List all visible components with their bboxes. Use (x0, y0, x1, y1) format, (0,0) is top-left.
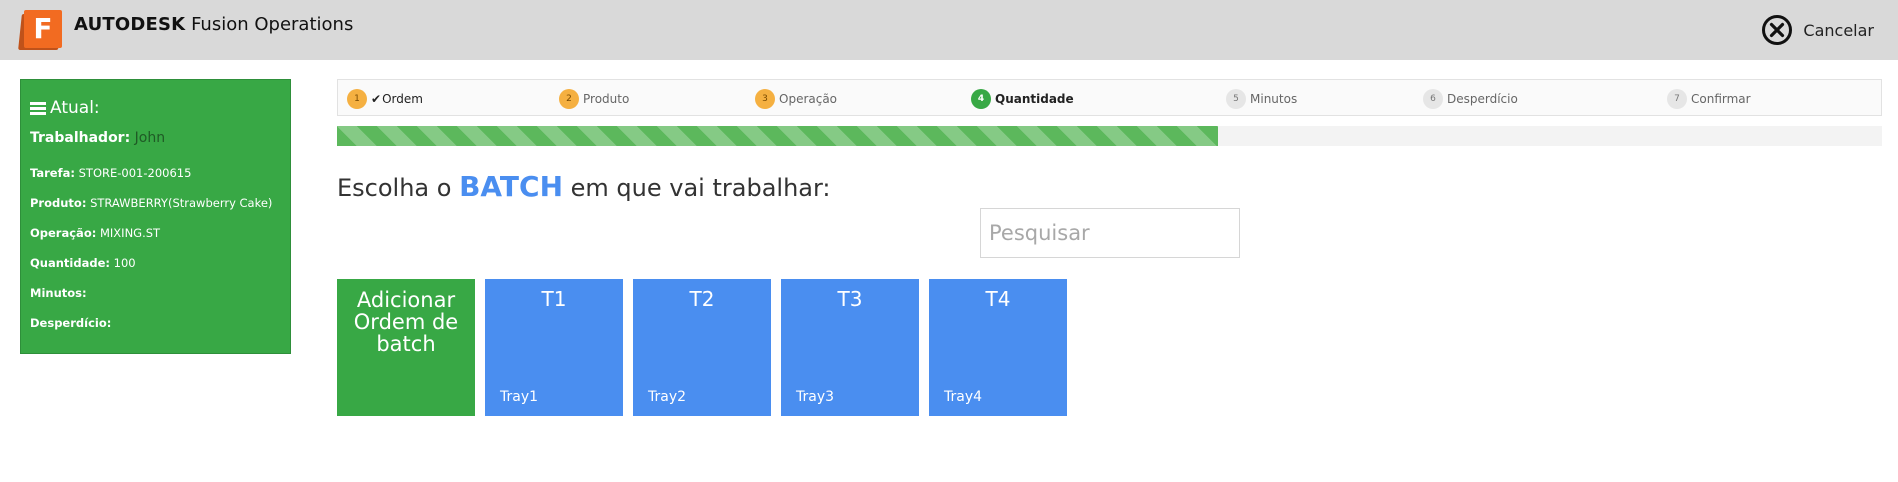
batch-subtitle: Tray3 (796, 389, 835, 405)
step-number: 1 (347, 89, 367, 109)
wizard-stepper: 1 ✔ Ordem 2 Produto 3 Operação 4 Quantid… (337, 79, 1882, 116)
waste-row: Desperdício: (30, 316, 111, 330)
waste-label: Desperdício: (30, 316, 112, 330)
check-icon: ✔ (371, 92, 382, 106)
heading-suffix: em que vai trabalhar: (570, 174, 831, 202)
worker-label: Trabalhador: (30, 130, 131, 146)
quantity-value: 100 (113, 256, 136, 270)
step-label: Operação (779, 92, 838, 106)
app-header: F AUTODESK Fusion Operations Cancelar (0, 0, 1898, 60)
batch-title: T2 (689, 287, 715, 311)
operation-row: Operação: MIXING.ST (30, 226, 160, 240)
batch-title: T3 (837, 287, 863, 311)
step-minutes[interactable]: 5 Minutos (1226, 89, 1297, 109)
brand-autodesk: AUTODESK (74, 14, 186, 35)
quantity-label: Quantidade: (30, 256, 110, 270)
minutes-label: Minutos: (30, 286, 87, 300)
step-label: Minutos (1250, 92, 1298, 106)
batch-tile-t1[interactable]: T1 Tray1 (485, 279, 623, 416)
step-number: 7 (1667, 89, 1687, 109)
panel-title-text: Atual: (50, 98, 100, 118)
cancel-button[interactable]: Cancelar (1761, 14, 1874, 46)
step-operation[interactable]: 3 Operação (755, 89, 837, 109)
search-input[interactable] (980, 208, 1240, 258)
logo-letter: F (24, 10, 62, 48)
step-label: Quantidade (995, 92, 1074, 106)
batch-tile-t4[interactable]: T4 Tray4 (929, 279, 1067, 416)
task-value: STORE-001-200615 (78, 166, 192, 180)
close-circle-icon (1762, 15, 1793, 45)
menu-icon (30, 101, 46, 115)
app-brand: AUTODESK Fusion Operations (74, 14, 353, 35)
step-number: 2 (559, 89, 579, 109)
step-order[interactable]: 1 ✔ Ordem (347, 89, 423, 109)
quantity-row: Quantidade: 100 (30, 256, 136, 270)
add-batch-order-label: Adicionar Ordem de batch (353, 288, 459, 356)
step-number: 6 (1423, 89, 1443, 109)
batch-tile-t3[interactable]: T3 Tray3 (781, 279, 919, 416)
worker-value: John (134, 130, 166, 146)
worker-row: Trabalhador: John (30, 130, 165, 146)
step-label: Desperdício (1447, 92, 1518, 106)
batch-title: T1 (541, 287, 567, 311)
product-row: Produto: STRAWBERRY(Strawberry Cake) (30, 196, 272, 210)
step-number: 3 (755, 89, 775, 109)
product-value: STRAWBERRY(Strawberry Cake) (90, 196, 273, 210)
current-info-panel: Atual: Trabalhador: John Tarefa: STORE-0… (20, 79, 291, 354)
step-quantity[interactable]: 4 Quantidade (971, 89, 1074, 109)
step-label: Produto (583, 92, 630, 106)
step-confirm[interactable]: 7 Confirmar (1667, 89, 1751, 109)
heading-prefix: Escolha o (337, 174, 452, 202)
add-batch-order-button[interactable]: Adicionar Ordem de batch (337, 279, 475, 416)
batch-subtitle: Tray1 (500, 389, 539, 405)
brand-product: Fusion Operations (191, 14, 354, 35)
step-label: Confirmar (1691, 92, 1751, 106)
step-product[interactable]: 2 Produto (559, 89, 629, 109)
progress-fill (337, 126, 1218, 146)
page-heading: Escolha o BATCH em que vai trabalhar: (337, 170, 831, 203)
task-row: Tarefa: STORE-001-200615 (30, 166, 191, 180)
fusion-logo-icon: F (18, 10, 62, 50)
wizard-progress-bar (337, 126, 1882, 146)
cancel-label: Cancelar (1803, 20, 1874, 40)
panel-title: Atual: (30, 98, 100, 118)
batch-tile-t2[interactable]: T2 Tray2 (633, 279, 771, 416)
operation-label: Operação: (30, 226, 97, 240)
heading-accent: BATCH (459, 170, 564, 203)
batch-title: T4 (985, 287, 1011, 311)
batch-subtitle: Tray2 (648, 389, 687, 405)
step-waste[interactable]: 6 Desperdício (1423, 89, 1518, 109)
batch-subtitle: Tray4 (944, 389, 983, 405)
task-label: Tarefa: (30, 166, 75, 180)
step-number: 4 (971, 89, 991, 109)
operation-value: MIXING.ST (99, 226, 161, 240)
minutes-row: Minutos: (30, 286, 87, 300)
product-label: Produto: (30, 196, 87, 210)
step-number: 5 (1226, 89, 1246, 109)
step-label: Ordem (382, 92, 423, 106)
